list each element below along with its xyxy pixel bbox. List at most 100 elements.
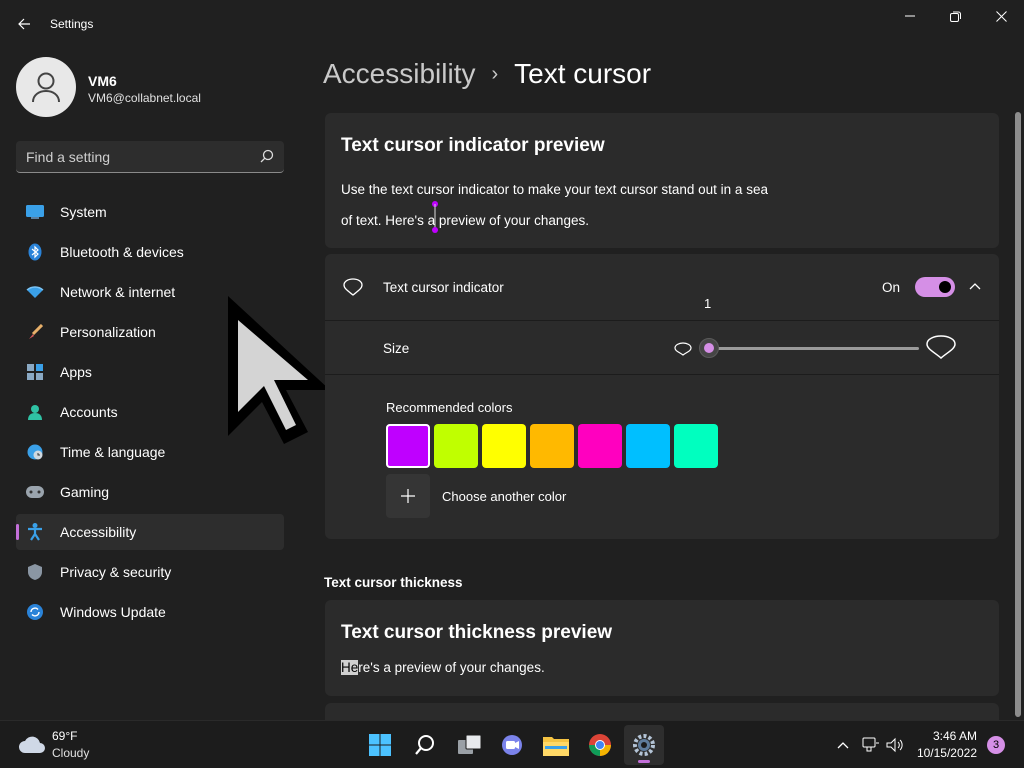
indicator-toggle[interactable] [915,277,955,297]
choose-another-color-button[interactable] [386,474,430,518]
settings-gear-icon [633,734,655,756]
task-view-icon [458,734,482,754]
monitor-icon [26,203,44,221]
chrome-icon [589,734,611,756]
sidebar-item-label: Bluetooth & devices [60,244,184,260]
size-label: Size [383,341,410,356]
sidebar-item-system[interactable]: System [16,194,284,230]
plus-icon [401,489,415,503]
person-icon [26,403,44,421]
preview-text-segment: of text. Here's a [341,213,436,228]
back-button[interactable] [8,8,40,40]
close-button[interactable] [978,0,1024,32]
breadcrumb-parent[interactable]: Accessibility [323,58,475,90]
volume-icon [886,737,903,753]
notification-badge[interactable]: 3 [987,736,1005,754]
network-tray-button[interactable] [861,735,881,755]
sidebar-item-label: Accounts [60,404,118,420]
restore-button[interactable] [932,0,978,32]
scrollbar[interactable] [1015,112,1021,717]
ethernet-icon [862,737,879,752]
color-swatch[interactable] [626,424,670,468]
indicator-preview-card: Text cursor indicator preview Use the te… [325,113,999,248]
file-explorer-button[interactable] [536,725,576,765]
thickness-text-rest: re's a preview of your changes. [358,660,545,675]
sidebar-item-label: System [60,204,107,220]
breadcrumb-separator: › [491,62,499,85]
divider [325,374,999,375]
person-icon [32,72,60,103]
search-box[interactable] [16,141,284,173]
app-title: Settings [50,17,94,31]
slider-value-tooltip: 1 [704,296,712,311]
task-view-button[interactable] [450,725,490,765]
sidebar-item-gaming[interactable]: Gaming [16,474,284,510]
color-swatch[interactable] [434,424,478,468]
weather-condition[interactable]: Cloudy [52,746,89,760]
minimize-button[interactable] [887,0,933,32]
mouse-pointer-icon [228,296,330,444]
sidebar-item-label: Windows Update [60,604,166,620]
size-slider[interactable] [699,338,919,358]
weather-temperature[interactable]: 69°F [52,729,77,743]
slider-thumb[interactable] [699,338,719,358]
breadcrumb: Accessibility › Text cursor [323,58,651,90]
sidebar-item-label: Accessibility [60,524,137,540]
taskbar-search-button[interactable] [405,725,445,765]
user-email: VM6@collabnet.local [88,91,201,105]
avatar[interactable] [16,57,76,117]
slider-thumb-inner [704,343,714,353]
page-title: Text cursor [514,58,652,89]
preview-text-segment: preview of your changes. [435,213,589,228]
sidebar-item-windows-update[interactable]: Windows Update [16,594,284,630]
color-swatch[interactable] [578,424,622,468]
color-swatch[interactable] [482,424,526,468]
search-input[interactable] [26,141,246,172]
toggle-knob [939,281,951,293]
bluetooth-icon [26,243,44,261]
search-icon[interactable] [260,149,274,163]
thickness-preview-text: Here's a preview of your changes. [341,660,545,675]
settings-button[interactable] [624,725,664,765]
teams-chat-icon [502,735,522,755]
sidebar-item-label: Network & internet [60,284,176,300]
volume-tray-button[interactable] [885,735,905,755]
thickness-preview-card: Text cursor thickness preview Here's a p… [325,600,999,696]
choose-another-color-label[interactable]: Choose another color [442,489,566,504]
search-icon [415,735,434,755]
color-swatch[interactable] [674,424,718,468]
chrome-button[interactable] [580,725,620,765]
file-explorer-icon [543,737,569,756]
toggle-state-label: On [882,280,901,295]
color-swatch[interactable] [530,424,574,468]
start-button[interactable] [360,725,400,765]
divider [325,320,999,321]
teams-chat-button[interactable] [492,725,532,765]
restore-icon [949,11,961,22]
indicator-large-icon [926,335,956,359]
thickness-card-title: Text cursor thickness preview [341,622,613,643]
sidebar-item-bluetooth[interactable]: Bluetooth & devices [16,234,284,270]
color-swatch[interactable] [386,424,430,468]
chevron-up-icon[interactable] [969,282,981,290]
wifi-icon [26,283,44,301]
preview-text-segment: sor indicator to make your text cursor s… [435,182,768,197]
sidebar-item-accessibility[interactable]: Accessibility [16,514,284,550]
brush-icon [26,323,44,341]
accessibility-icon [26,523,44,541]
thickness-highlight: He [341,660,359,675]
preview-card-title: Text cursor indicator preview [341,135,605,156]
chevron-up-icon [837,742,849,749]
taskbar: 69°F Cloudy 3:46 AM 10/15/2022 3 [0,720,1024,768]
clock-time[interactable]: 3:46 AM [933,729,977,743]
sidebar-item-label: Gaming [60,484,110,500]
show-hidden-icons-button[interactable] [833,735,853,755]
clock-date[interactable]: 10/15/2022 [917,746,977,760]
shield-icon [26,563,44,581]
apps-icon [26,363,44,381]
section-heading: Text cursor thickness [324,575,463,590]
cloud-icon[interactable] [18,733,46,755]
preview-text: Use the text cursor indicator to make yo… [341,179,791,233]
minimize-icon [905,15,915,17]
sidebar-item-privacy[interactable]: Privacy & security [16,554,284,590]
